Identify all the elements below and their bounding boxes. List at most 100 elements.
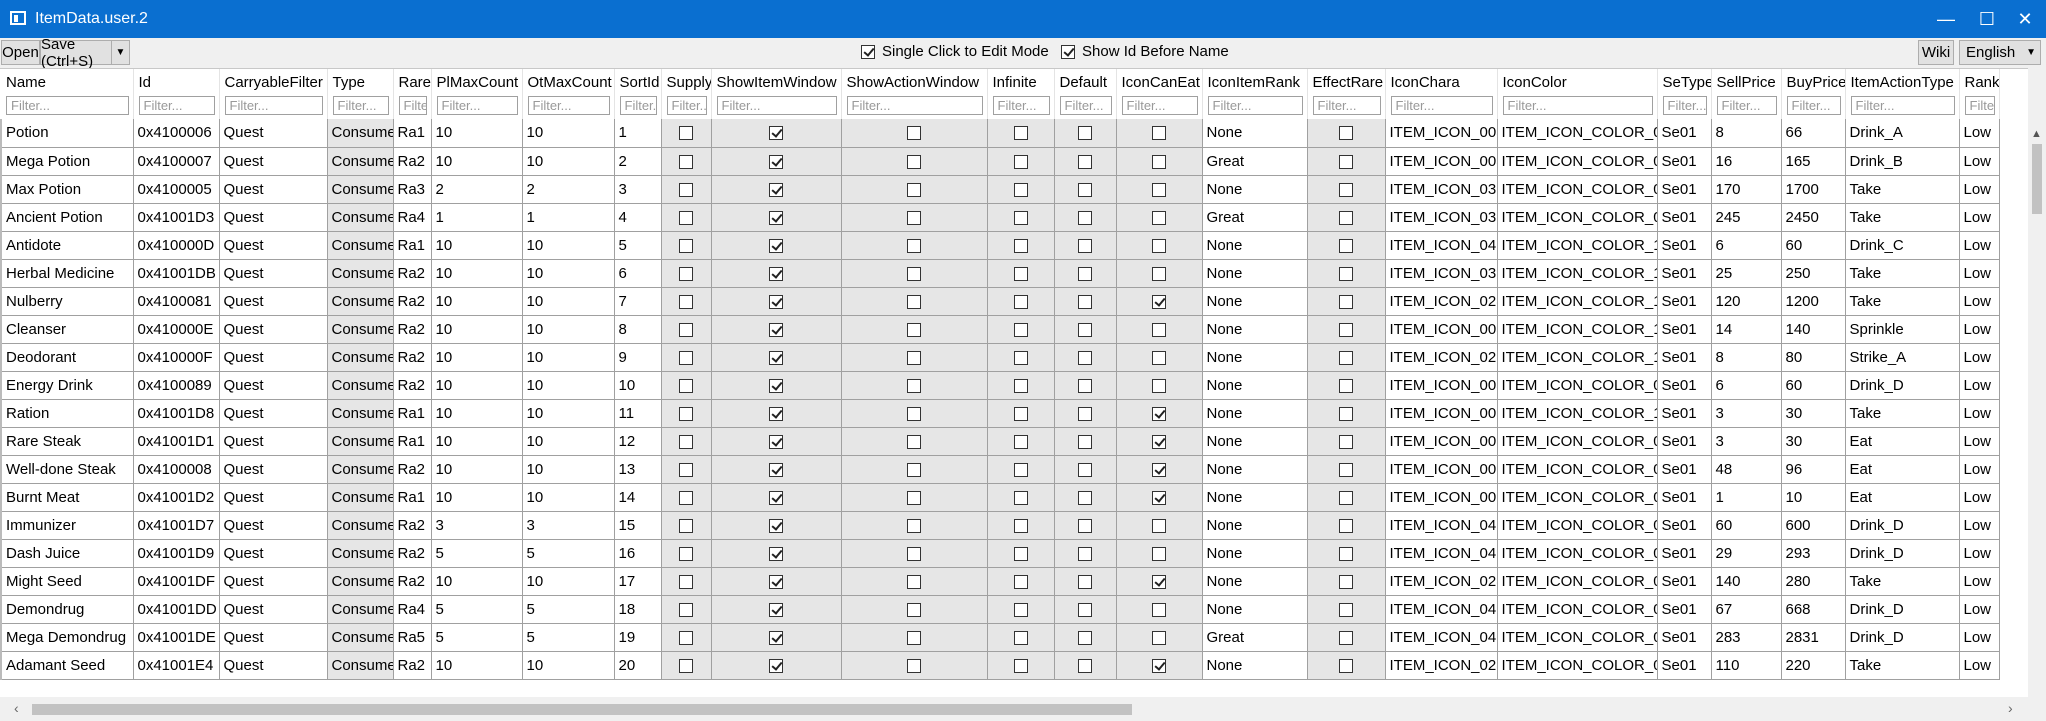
- cell-default[interactable]: [1054, 623, 1117, 652]
- cell-rank[interactable]: Low: [1959, 315, 2000, 344]
- cell-type[interactable]: Consume: [327, 119, 394, 148]
- cell-iconitemrank[interactable]: None: [1202, 651, 1308, 680]
- column-filter-input[interactable]: Filter...: [138, 96, 215, 115]
- cell-sortid[interactable]: 10: [614, 371, 662, 400]
- cell-buyprice[interactable]: 60: [1781, 231, 1846, 260]
- cell-id[interactable]: 0x4100089: [133, 371, 220, 400]
- table-row[interactable]: Antidote 0x410000D Quest Consume Ra1 10 10 5 Non…: [0, 231, 2000, 260]
- cell-checkbox[interactable]: [1078, 350, 1092, 365]
- cell-iconcaneat[interactable]: [1116, 287, 1203, 316]
- cell-checkbox[interactable]: [907, 294, 921, 309]
- cell-showitemwindow[interactable]: [711, 427, 842, 456]
- cell-checkbox[interactable]: [679, 350, 693, 365]
- cell-rank[interactable]: Low: [1959, 455, 2000, 484]
- cell-checkbox[interactable]: [907, 210, 921, 225]
- cell-iconitemrank[interactable]: None: [1202, 259, 1308, 288]
- cell-checkbox[interactable]: [907, 350, 921, 365]
- cell-effectrare[interactable]: [1307, 427, 1386, 456]
- cell-checkbox[interactable]: [1152, 378, 1166, 393]
- cell-iconchara[interactable]: ITEM_ICON_007: [1385, 455, 1498, 484]
- cell-checkbox[interactable]: [679, 406, 693, 421]
- cell-sortid[interactable]: 18: [614, 595, 662, 624]
- cell-setype[interactable]: Se01: [1657, 203, 1712, 232]
- cell-carryablefilter[interactable]: Quest: [219, 651, 328, 680]
- cell-name[interactable]: Mega Demondrug: [0, 623, 134, 652]
- cell-carryablefilter[interactable]: Quest: [219, 455, 328, 484]
- cell-sortid[interactable]: 16: [614, 539, 662, 568]
- cell-rank[interactable]: Low: [1959, 483, 2000, 512]
- cell-id[interactable]: 0x41001DE: [133, 623, 220, 652]
- cell-carryablefilter[interactable]: Quest: [219, 203, 328, 232]
- cell-id[interactable]: 0x410000E: [133, 315, 220, 344]
- cell-checkbox[interactable]: [907, 378, 921, 393]
- cell-rank[interactable]: Low: [1959, 623, 2000, 652]
- cell-default[interactable]: [1054, 287, 1117, 316]
- cell-checkbox[interactable]: [1339, 350, 1353, 365]
- cell-itemactiontype[interactable]: Take: [1845, 399, 1960, 428]
- column-filter-input[interactable]: Filter...: [1502, 96, 1653, 115]
- cell-name[interactable]: Antidote: [0, 231, 134, 260]
- cell-type[interactable]: Consume: [327, 175, 394, 204]
- cell-buyprice[interactable]: 1700: [1781, 175, 1846, 204]
- cell-buyprice[interactable]: 600: [1781, 511, 1846, 540]
- cell-checkbox[interactable]: [1078, 658, 1092, 673]
- cell-infinite[interactable]: [987, 511, 1055, 540]
- cell-checkbox[interactable]: [1152, 238, 1166, 253]
- table-row[interactable]: Mega Potion 0x4100007 Quest Consume Ra2 10 10 2…: [0, 147, 2000, 176]
- cell-infinite[interactable]: [987, 343, 1055, 372]
- cell-iconitemrank[interactable]: None: [1202, 315, 1308, 344]
- cell-iconchara[interactable]: ITEM_ICON_028: [1385, 567, 1498, 596]
- cell-sortid[interactable]: 8: [614, 315, 662, 344]
- horizontal-scrollbar[interactable]: ‹ ›: [0, 697, 2028, 721]
- cell-checkbox[interactable]: [907, 322, 921, 337]
- cell-rank[interactable]: Low: [1959, 343, 2000, 372]
- cell-checkbox[interactable]: [1078, 210, 1092, 225]
- cell-supply[interactable]: [661, 287, 712, 316]
- cell-name[interactable]: Nulberry: [0, 287, 134, 316]
- cell-iconitemrank[interactable]: None: [1202, 427, 1308, 456]
- cell-rank[interactable]: Low: [1959, 399, 2000, 428]
- cell-itemactiontype[interactable]: Drink_D: [1845, 539, 1960, 568]
- cell-checkbox[interactable]: [1013, 602, 1028, 617]
- cell-iconcolor[interactable]: ITEM_ICON_COLOR_04: [1497, 371, 1658, 400]
- cell-otmaxcount[interactable]: 10: [522, 231, 615, 260]
- cell-checkbox[interactable]: [1339, 462, 1353, 477]
- cell-checkbox[interactable]: [769, 658, 783, 673]
- cell-checkbox[interactable]: [1152, 434, 1166, 449]
- cell-iconcolor[interactable]: ITEM_ICON_COLOR_04: [1497, 203, 1658, 232]
- cell-sellprice[interactable]: 60: [1711, 511, 1782, 540]
- cell-supply[interactable]: [661, 259, 712, 288]
- cell-checkbox[interactable]: [679, 574, 693, 589]
- cell-checkbox[interactable]: [679, 518, 693, 533]
- cell-id[interactable]: 0x41001D3: [133, 203, 220, 232]
- cell-sortid[interactable]: 20: [614, 651, 662, 680]
- cell-checkbox[interactable]: [769, 210, 783, 225]
- cell-checkbox[interactable]: [1078, 574, 1092, 589]
- cell-checkbox[interactable]: [1152, 126, 1166, 141]
- cell-iconchara[interactable]: ITEM_ICON_021: [1385, 343, 1498, 372]
- cell-checkbox[interactable]: [769, 378, 783, 393]
- cell-id[interactable]: 0x41001E4: [133, 651, 220, 680]
- cell-infinite[interactable]: [987, 567, 1055, 596]
- cell-setype[interactable]: Se01: [1657, 147, 1712, 176]
- cell-otmaxcount[interactable]: 10: [522, 147, 615, 176]
- cell-sortid[interactable]: 17: [614, 567, 662, 596]
- cell-iconchara[interactable]: ITEM_ICON_007: [1385, 427, 1498, 456]
- column-filter-input[interactable]: Filter...: [1850, 96, 1955, 115]
- cell-itemactiontype[interactable]: Take: [1845, 203, 1960, 232]
- column-header-plmaxcount[interactable]: PlMaxCount Filter...: [431, 69, 523, 119]
- cell-name[interactable]: Burnt Meat: [0, 483, 134, 512]
- cell-supply[interactable]: [661, 595, 712, 624]
- cell-supply[interactable]: [661, 175, 712, 204]
- cell-setype[interactable]: Se01: [1657, 231, 1712, 260]
- cell-iconcaneat[interactable]: [1116, 595, 1203, 624]
- cell-infinite[interactable]: [987, 287, 1055, 316]
- cell-checkbox[interactable]: [1078, 490, 1092, 505]
- cell-carryablefilter[interactable]: Quest: [219, 427, 328, 456]
- cell-itemactiontype[interactable]: Drink_C: [1845, 231, 1960, 260]
- cell-checkbox[interactable]: [1013, 182, 1028, 197]
- cell-buyprice[interactable]: 60: [1781, 371, 1846, 400]
- cell-type[interactable]: Consume: [327, 483, 394, 512]
- cell-type[interactable]: Consume: [327, 511, 394, 540]
- column-header-showactionwindow[interactable]: ShowActionWindow Filter...: [841, 69, 988, 119]
